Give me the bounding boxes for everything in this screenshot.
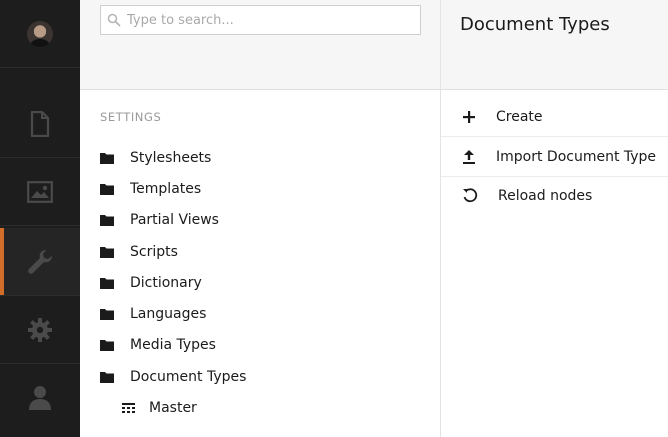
tree-item-label: Scripts bbox=[130, 244, 178, 260]
nav-media[interactable] bbox=[0, 158, 80, 226]
nav-developer[interactable] bbox=[0, 296, 80, 364]
import-document-type-action[interactable]: Import Document Type bbox=[441, 137, 668, 177]
image-icon bbox=[27, 180, 53, 203]
tree-item-templates[interactable]: Templates bbox=[98, 177, 201, 201]
folder-icon bbox=[100, 184, 114, 195]
tree-panel: SETTINGS Stylesheets Templates Partial V… bbox=[80, 0, 441, 437]
section-title: SETTINGS bbox=[100, 110, 162, 124]
action-label: Reload nodes bbox=[498, 188, 593, 204]
wrench-icon bbox=[28, 249, 53, 274]
nav-settings[interactable] bbox=[0, 228, 80, 296]
tree-item-master[interactable]: Master bbox=[120, 396, 197, 420]
reload-icon bbox=[463, 188, 478, 203]
tree-item-stylesheets[interactable]: Stylesheets bbox=[98, 146, 211, 170]
create-action[interactable]: Create bbox=[441, 97, 668, 137]
tree-item-label: Media Types bbox=[130, 337, 216, 353]
actions-panel: Document Types Create Import Document Ty… bbox=[441, 0, 668, 437]
nav-content[interactable] bbox=[0, 90, 80, 158]
nav-user-avatar[interactable] bbox=[0, 0, 80, 68]
folder-icon bbox=[100, 153, 114, 164]
tree-item-label: Partial Views bbox=[130, 212, 219, 228]
plus-icon bbox=[463, 110, 475, 123]
search-icon bbox=[107, 13, 121, 27]
tree-item-languages[interactable]: Languages bbox=[98, 302, 206, 326]
tree-item-partial-views[interactable]: Partial Views bbox=[98, 208, 219, 232]
tree-item-label: Master bbox=[149, 400, 197, 416]
action-label: Import Document Type bbox=[496, 148, 657, 165]
main-navigation-rail bbox=[0, 0, 80, 437]
search-input[interactable] bbox=[125, 11, 409, 29]
search-field[interactable] bbox=[100, 5, 421, 35]
tree-item-label: Stylesheets bbox=[130, 150, 212, 166]
tree-item-label: Dictionary bbox=[130, 275, 202, 291]
tree-item-label: Languages bbox=[130, 306, 207, 322]
folder-icon bbox=[100, 309, 114, 320]
document-type-icon bbox=[122, 403, 135, 413]
action-label: Create bbox=[496, 108, 543, 125]
person-icon bbox=[29, 386, 51, 410]
folder-icon bbox=[100, 278, 114, 289]
tree-header bbox=[80, 0, 440, 90]
folder-icon bbox=[100, 372, 114, 383]
page-title: Document Types bbox=[460, 14, 610, 35]
upload-icon bbox=[463, 149, 475, 164]
nav-members[interactable] bbox=[0, 364, 80, 432]
folder-icon bbox=[100, 247, 114, 258]
document-icon bbox=[30, 110, 50, 137]
tree-item-label: Templates bbox=[130, 181, 202, 197]
tree-item-label: Document Types bbox=[130, 369, 247, 385]
tree-item-dictionary[interactable]: Dictionary bbox=[98, 271, 202, 295]
gear-icon bbox=[28, 317, 52, 342]
reload-nodes-action[interactable]: Reload nodes bbox=[441, 176, 668, 216]
tree-item-media-types[interactable]: Media Types bbox=[98, 333, 216, 357]
folder-icon bbox=[100, 215, 114, 226]
folder-icon bbox=[100, 340, 114, 351]
actions-header: Document Types bbox=[441, 0, 668, 90]
active-indicator bbox=[0, 228, 4, 295]
tree-item-scripts[interactable]: Scripts bbox=[98, 240, 178, 264]
tree-item-document-types[interactable]: Document Types bbox=[98, 365, 246, 389]
avatar bbox=[27, 20, 53, 47]
